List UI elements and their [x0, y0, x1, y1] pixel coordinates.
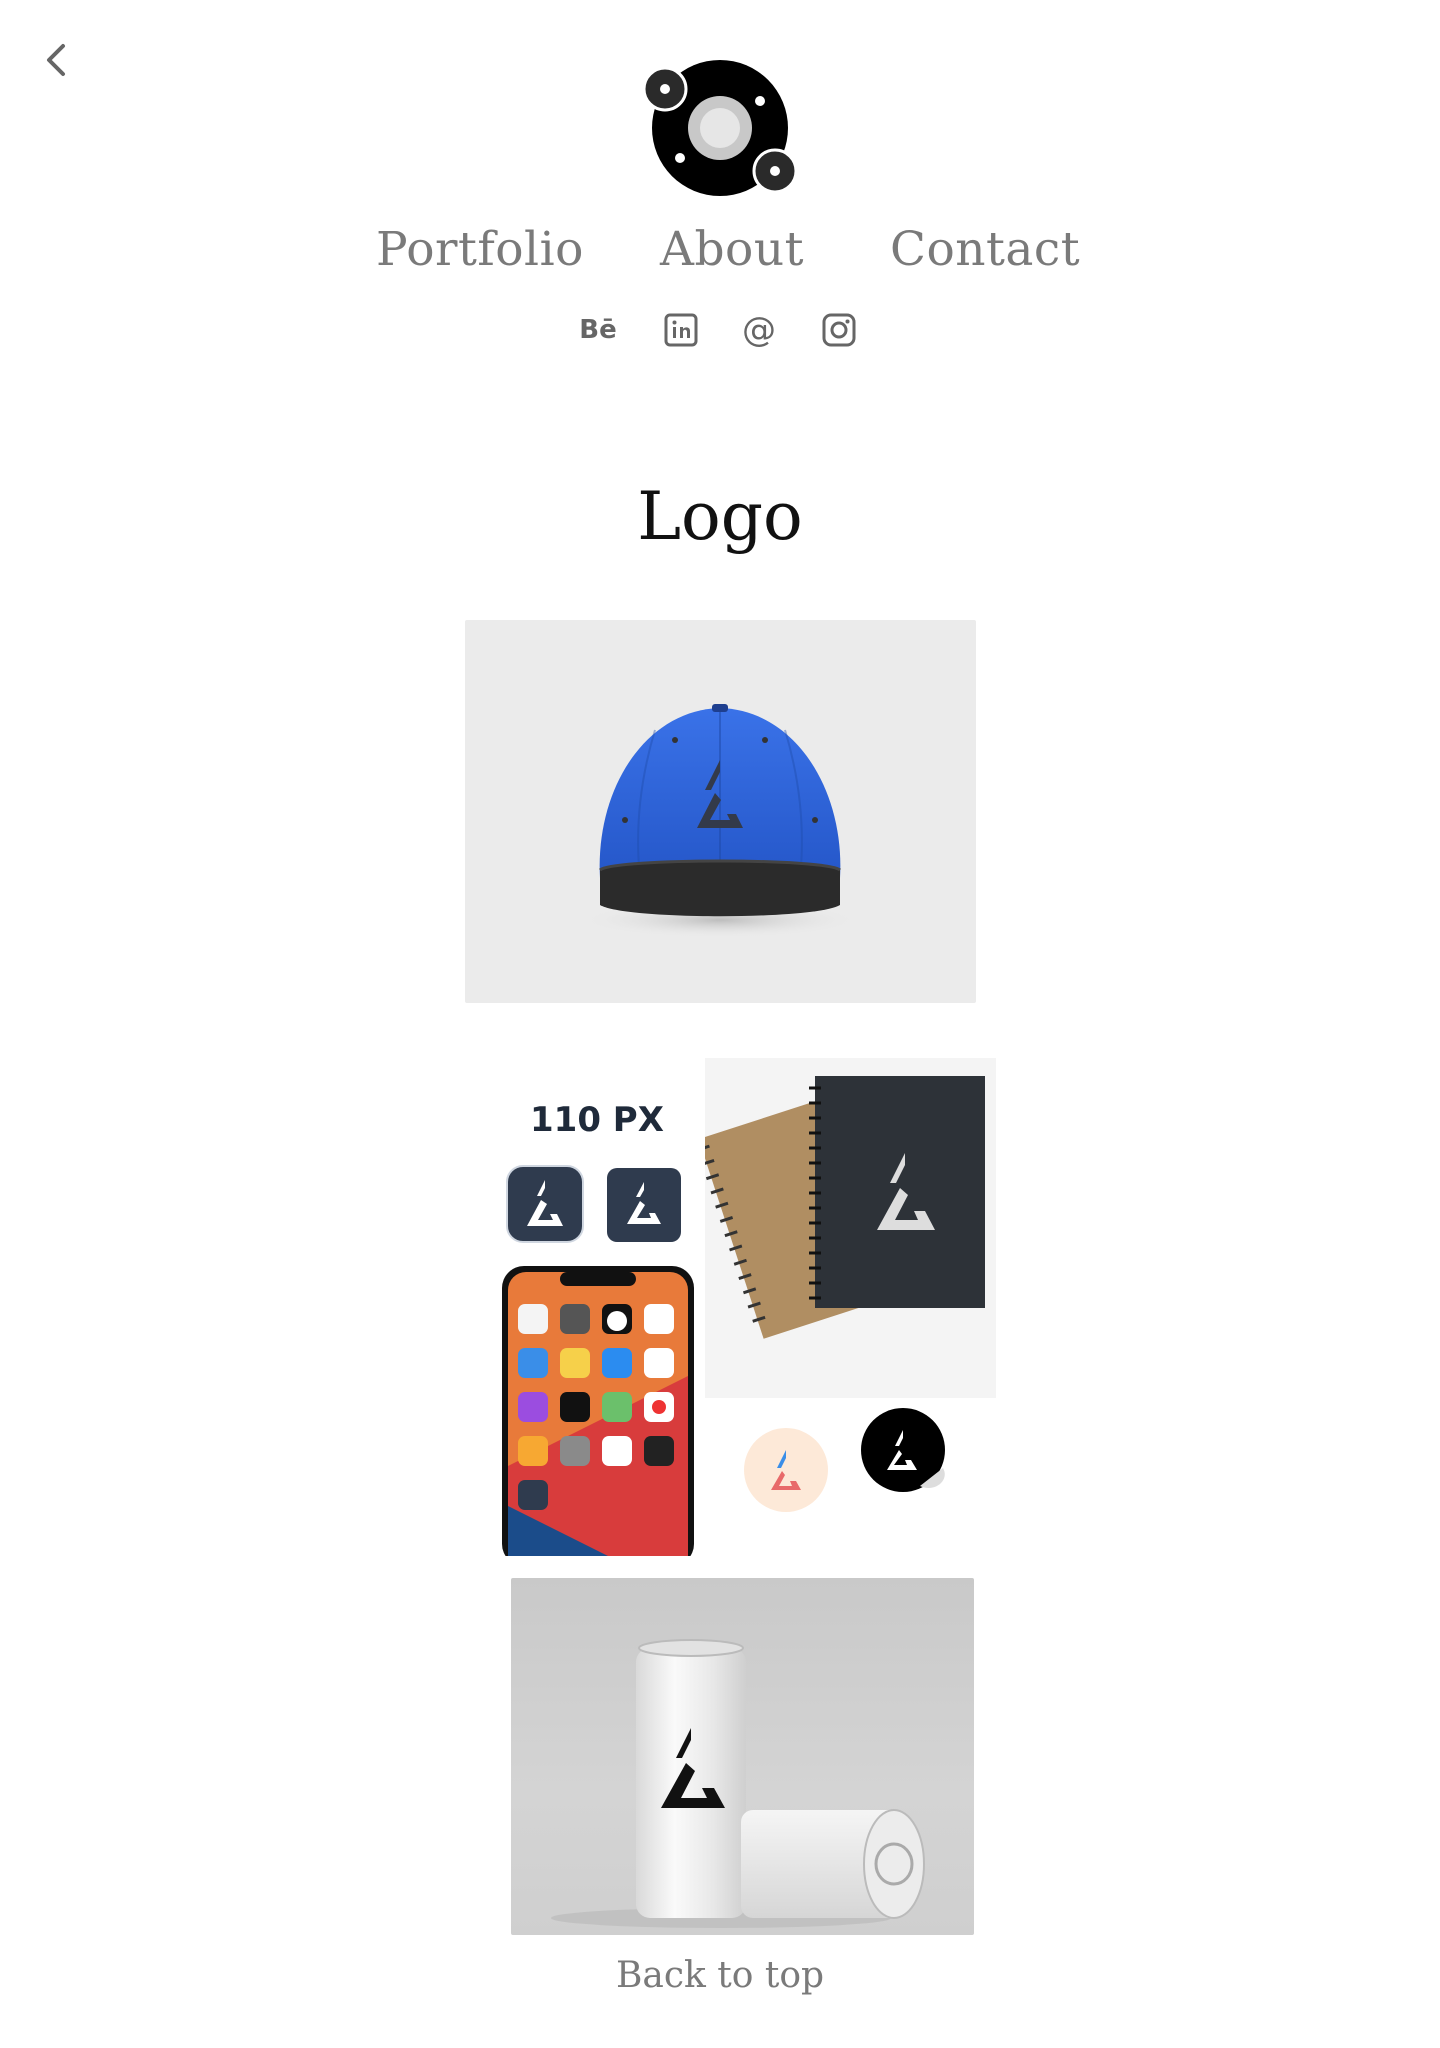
- cap-mockup-image: [465, 620, 976, 1003]
- page-title: Logo: [637, 478, 803, 555]
- back-to-top-link[interactable]: Back to top: [0, 1955, 1440, 1996]
- site-logo-icon: [642, 60, 798, 196]
- sticker-mockups: [744, 1408, 945, 1512]
- nav-portfolio[interactable]: Portfolio: [376, 222, 584, 277]
- size-label: 110 PX: [530, 1100, 664, 1140]
- app-icon-previews: [506, 1165, 681, 1243]
- site-logo[interactable]: [640, 56, 800, 206]
- can-mockup-image: [511, 1578, 974, 1935]
- notebook-mockup: [705, 1058, 996, 1398]
- chevron-left-icon: [47, 44, 65, 76]
- main-nav: Portfolio About Contact: [0, 222, 1440, 286]
- phone-mockup: [502, 1266, 694, 1556]
- instagram-icon[interactable]: [819, 310, 859, 350]
- nav-about[interactable]: About: [660, 222, 804, 277]
- social-links: Bē @: [0, 310, 1440, 350]
- back-button[interactable]: [38, 40, 74, 80]
- linkedin-icon[interactable]: [661, 310, 701, 350]
- behance-icon[interactable]: Bē: [578, 310, 618, 350]
- nav-contact[interactable]: Contact: [890, 222, 1080, 277]
- branding-collage-image: 110 PX: [500, 1058, 996, 1556]
- email-icon[interactable]: @: [739, 310, 779, 350]
